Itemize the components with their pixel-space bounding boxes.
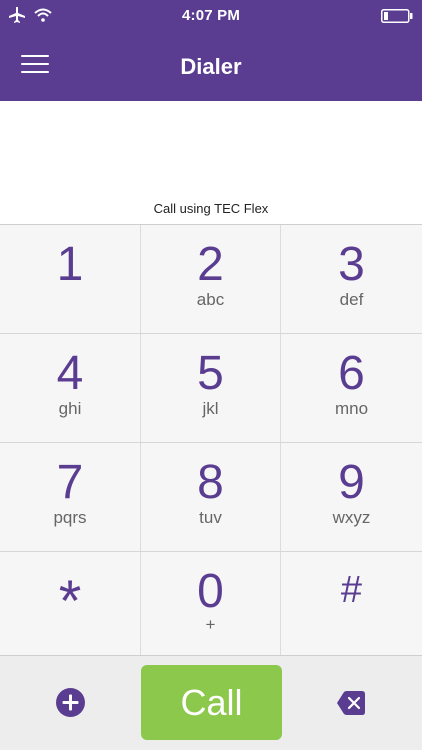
- key-digit: 7: [56, 456, 84, 509]
- key-letters: def: [339, 290, 364, 309]
- key-letters: tuv: [199, 508, 222, 527]
- page-title: Dialer: [180, 54, 242, 79]
- key-digit: 8: [197, 456, 224, 509]
- key-star[interactable]: *: [0, 552, 141, 659]
- key-2[interactable]: 2 abc: [141, 225, 281, 333]
- key-5[interactable]: 5 jkl: [141, 334, 281, 442]
- backspace-x-icon[interactable]: [335, 687, 367, 719]
- key-hash[interactable]: #: [281, 552, 422, 659]
- keypad: 1 2 abc 3 def 4 ghi 5 jkl 6 mno 7 pqrs 8…: [0, 224, 422, 659]
- key-letters: mno: [334, 399, 369, 418]
- call-button[interactable]: Call: [141, 665, 282, 740]
- key-0[interactable]: 0 +: [141, 552, 281, 659]
- key-letters: pqrs: [53, 508, 87, 527]
- key-digit: 6: [338, 347, 365, 400]
- battery-icon: [381, 9, 413, 23]
- key-digit: 5: [197, 347, 224, 400]
- key-letters: wxyz: [332, 508, 371, 527]
- key-6[interactable]: 6 mno: [281, 334, 422, 442]
- key-letters: jkl: [202, 399, 219, 418]
- key-digit: 0: [197, 565, 224, 618]
- key-digit: 1: [56, 238, 84, 291]
- key-digit: 2: [197, 238, 224, 291]
- key-3[interactable]: 3 def: [281, 225, 422, 333]
- key-1[interactable]: 1: [0, 225, 141, 333]
- key-digit: #: [340, 569, 363, 611]
- key-7[interactable]: 7 pqrs: [0, 443, 141, 551]
- key-digit: 4: [56, 347, 84, 400]
- status-time: 4:07 PM: [181, 7, 241, 24]
- status-bar: 4:07 PM: [0, 0, 422, 32]
- plus-circle-icon[interactable]: [56, 688, 85, 717]
- key-4[interactable]: 4 ghi: [0, 334, 141, 442]
- key-digit: 3: [338, 238, 365, 291]
- key-letters: abc: [196, 290, 225, 309]
- key-8[interactable]: 8 tuv: [141, 443, 281, 551]
- number-display[interactable]: [0, 101, 422, 196]
- bottom-action-bar: Call: [0, 655, 422, 750]
- key-letters: ghi: [58, 399, 82, 418]
- call-using-label: Call using TEC Flex: [153, 201, 269, 216]
- key-letters: +: [205, 615, 216, 634]
- key-digit: *: [58, 569, 82, 634]
- key-digit: 9: [338, 456, 365, 509]
- key-9[interactable]: 9 wxyz: [281, 443, 422, 551]
- app-header: 4:07 PM Dialer: [0, 0, 422, 101]
